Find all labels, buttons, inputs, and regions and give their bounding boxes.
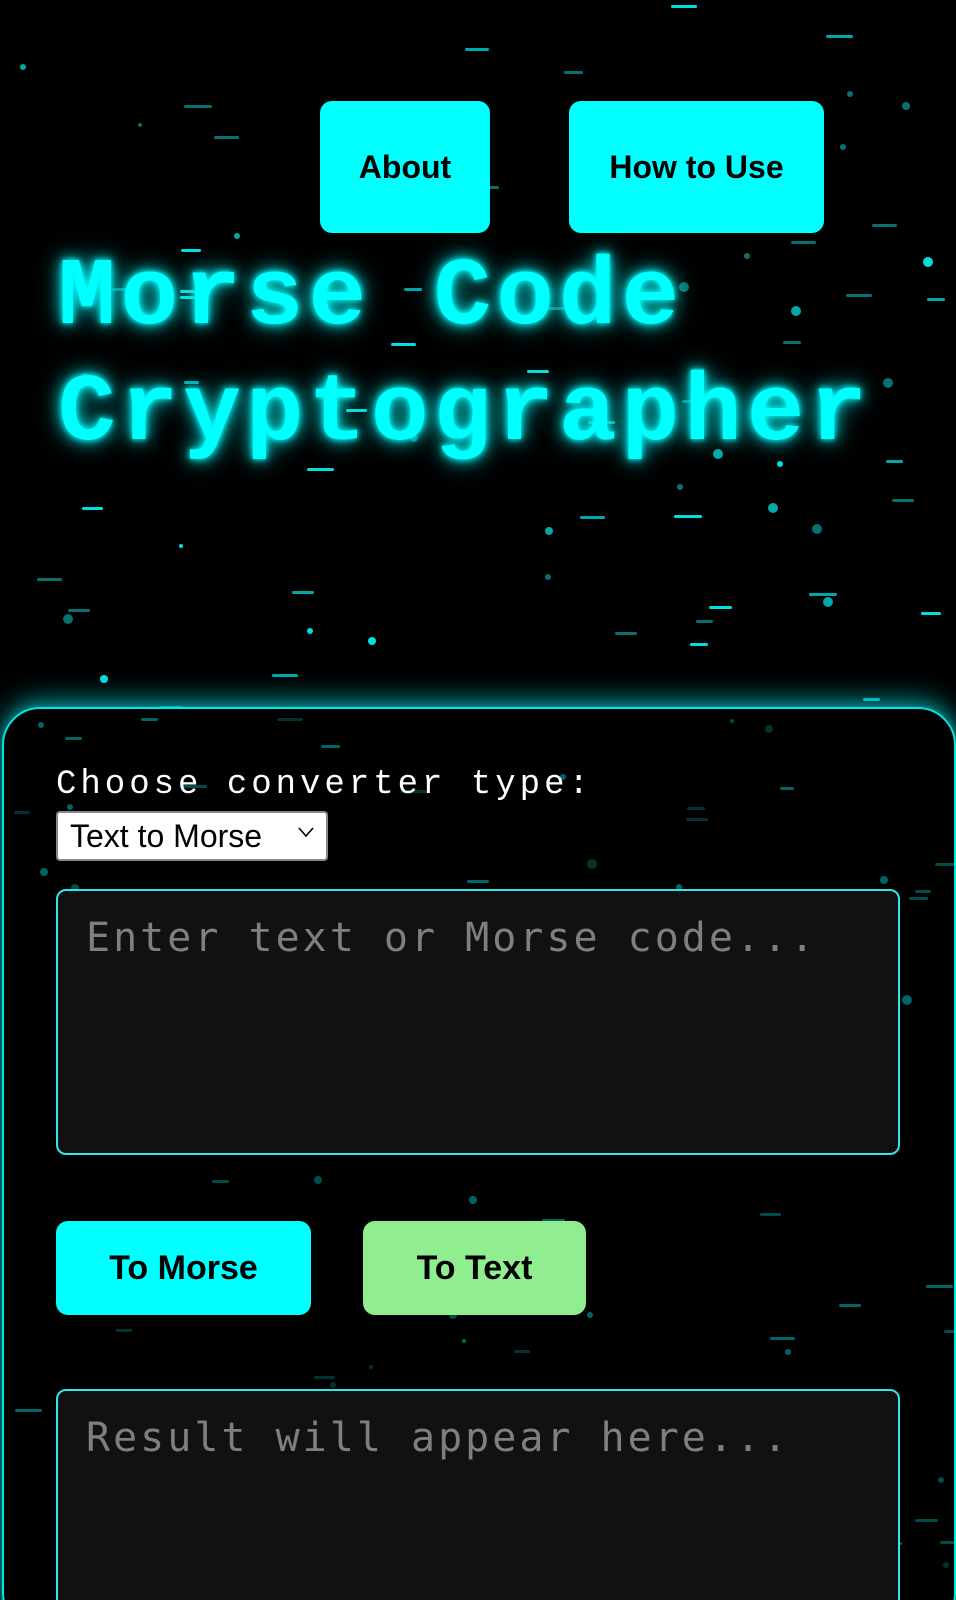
- result-output[interactable]: Result will appear here...: [56, 1389, 900, 1600]
- to-text-button[interactable]: To Text: [363, 1221, 586, 1315]
- converter-type-select[interactable]: Text to Morse: [56, 811, 328, 861]
- converter-type-selected-value: Text to Morse: [70, 817, 263, 854]
- converter-type-label: Choose converter type:: [56, 766, 593, 804]
- to-morse-button[interactable]: To Morse: [56, 1221, 311, 1315]
- converter-panel-content: Choose converter type: Text to Morse Ent…: [0, 0, 956, 1600]
- chevron-down-icon: [298, 827, 314, 838]
- message-input-placeholder: Enter text or Morse code...: [86, 915, 818, 961]
- result-output-placeholder: Result will appear here...: [86, 1415, 791, 1461]
- message-input[interactable]: Enter text or Morse code...: [56, 889, 900, 1155]
